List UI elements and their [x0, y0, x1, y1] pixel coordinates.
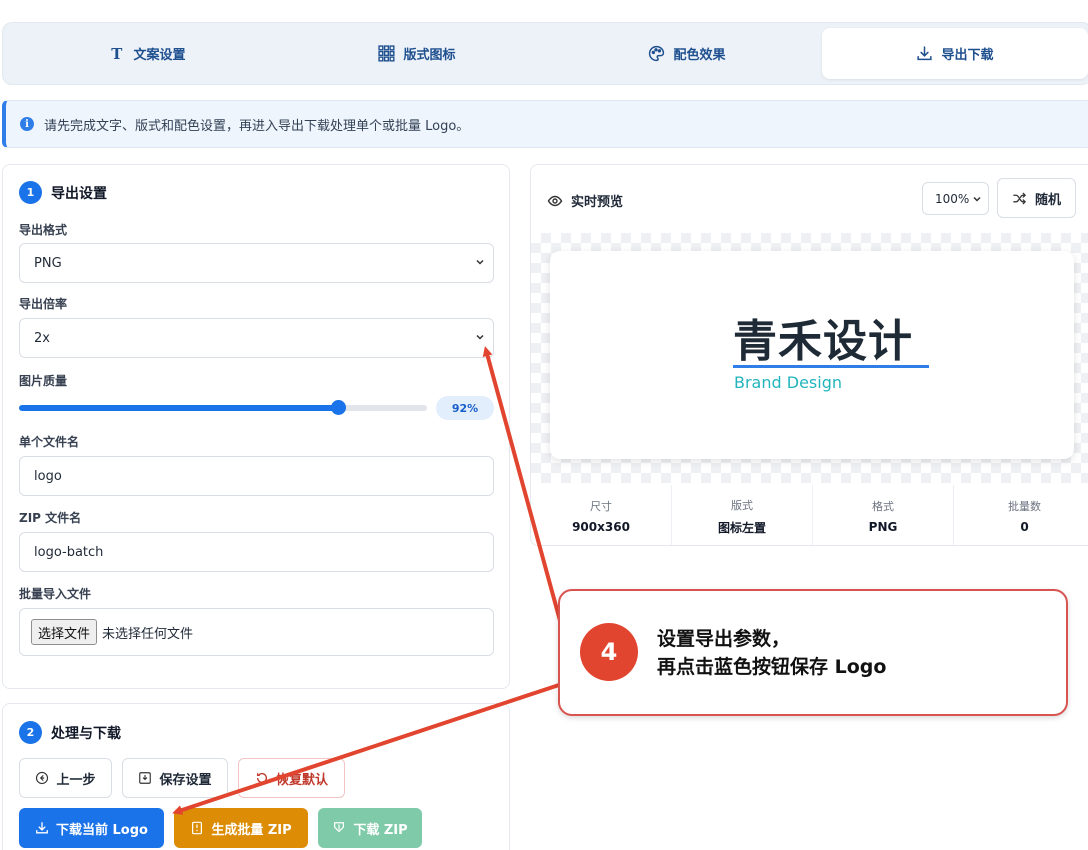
tab-export-download[interactable]: 导出下载: [822, 28, 1088, 79]
chevron-down-icon: [973, 196, 981, 202]
file-status: 未选择任何文件: [102, 626, 194, 642]
chevron-down-icon: [476, 259, 484, 265]
reset-default-button[interactable]: 恢复默认: [238, 758, 345, 798]
grid-icon: [378, 45, 396, 62]
app-root: T 文案设置 版式图标 配色效果 导出下载 i 请先完成文字、版式和配色设置，再…: [0, 0, 1088, 850]
step-badge: 2: [19, 721, 42, 744]
quality-slider[interactable]: [19, 400, 427, 415]
filename-label: 单个文件名: [19, 435, 80, 449]
export-settings-card: 1 导出设置 导出格式 PNG 导出倍率 2x 图片质量 92% 单个文件名 l…: [2, 164, 510, 689]
save-settings-button[interactable]: 保存设置: [122, 758, 228, 798]
zip-label: ZIP 文件名: [19, 511, 82, 525]
callout-text: 设置导出参数， 再点击蓝色按钮保存 Logo: [657, 628, 887, 678]
arrow-left-circle-icon: [36, 771, 49, 785]
eye-icon: [547, 195, 563, 206]
process-title: 2 处理与下载: [19, 721, 121, 744]
download-icon: [917, 46, 933, 61]
tab-bar: T 文案设置 版式图标 配色效果 导出下载: [2, 22, 1088, 85]
download-current-logo-button[interactable]: 下载当前 Logo: [19, 808, 164, 848]
info-icon: i: [20, 117, 34, 131]
file-zip-icon: [192, 821, 203, 835]
tab-text-settings[interactable]: T 文案设置: [13, 28, 281, 79]
save-icon: [139, 772, 152, 784]
stat-format: 格式 PNG: [813, 485, 954, 545]
scale-select[interactable]: 2x: [19, 318, 494, 358]
text-icon: T: [112, 45, 123, 62]
reset-icon: [256, 772, 268, 783]
scale-label: 导出倍率: [19, 297, 68, 311]
prev-step-button[interactable]: 上一步: [19, 758, 112, 798]
format-select[interactable]: PNG: [19, 243, 494, 283]
random-button[interactable]: 随机: [997, 178, 1076, 218]
chevron-down-icon: [476, 334, 484, 340]
import-label: 批量导入文件: [19, 587, 92, 601]
generate-batch-zip-button[interactable]: 生成批量 ZIP: [174, 808, 308, 848]
filename-input[interactable]: logo: [19, 456, 494, 496]
step-badge: 1: [19, 181, 42, 204]
tab-layout-icon[interactable]: 版式图标: [283, 28, 551, 79]
export-settings-title: 1 导出设置: [19, 181, 107, 204]
tutorial-callout: 4 设置导出参数， 再点击蓝色按钮保存 Logo: [558, 589, 1068, 716]
brand-underline: [733, 365, 929, 368]
zoom-select[interactable]: 100%: [922, 182, 989, 215]
process-download-card: 2 处理与下载 上一步 保存设置 恢复默认 下载当前 Logo 生成批量 ZIP…: [2, 703, 510, 850]
tab-color-effects[interactable]: 配色效果: [553, 28, 821, 79]
preview-stats: 尺寸 900x360 版式 图标左置 格式 PNG 批量数 0: [531, 485, 1088, 545]
slider-thumb[interactable]: [331, 400, 346, 415]
svg-text:T: T: [112, 45, 123, 62]
slider-fill: [19, 405, 338, 411]
stat-size: 尺寸 900x360: [531, 485, 672, 545]
format-label: 导出格式: [19, 223, 68, 237]
info-banner: i 请先完成文字、版式和配色设置，再进入导出下载处理单个或批量 Logo。: [2, 100, 1088, 148]
stat-batch-count: 批量数 0: [1008, 500, 1041, 534]
zip-filename-input[interactable]: logo-batch: [19, 532, 494, 572]
download-zip-button[interactable]: 下载 ZIP: [318, 808, 422, 848]
info-text: 请先完成文字、版式和配色设置，再进入导出下载处理单个或批量 Logo。: [44, 118, 470, 134]
brand-subtitle: Brand Design: [734, 373, 842, 392]
preview-card: 实时预览 100% 随机 青禾设计 Brand Design 尺寸 900x36…: [530, 164, 1088, 546]
download-icon: [36, 822, 48, 834]
palette-icon: [649, 45, 665, 62]
file-input[interactable]: 选择文件 未选择任何文件: [19, 608, 494, 656]
quality-label: 图片质量: [19, 374, 68, 388]
quality-value-badge: 92%: [436, 396, 494, 420]
shuffle-icon: [1013, 192, 1027, 204]
brand-name: 青禾设计: [733, 316, 913, 367]
logo-canvas: 青禾设计 Brand Design: [550, 251, 1074, 459]
preview-title: 实时预览: [547, 191, 623, 210]
download-box-icon: [334, 822, 345, 833]
stat-layout: 版式 图标左置: [672, 485, 813, 545]
choose-file-button[interactable]: 选择文件: [31, 619, 98, 645]
callout-step-badge: 4: [580, 623, 638, 681]
